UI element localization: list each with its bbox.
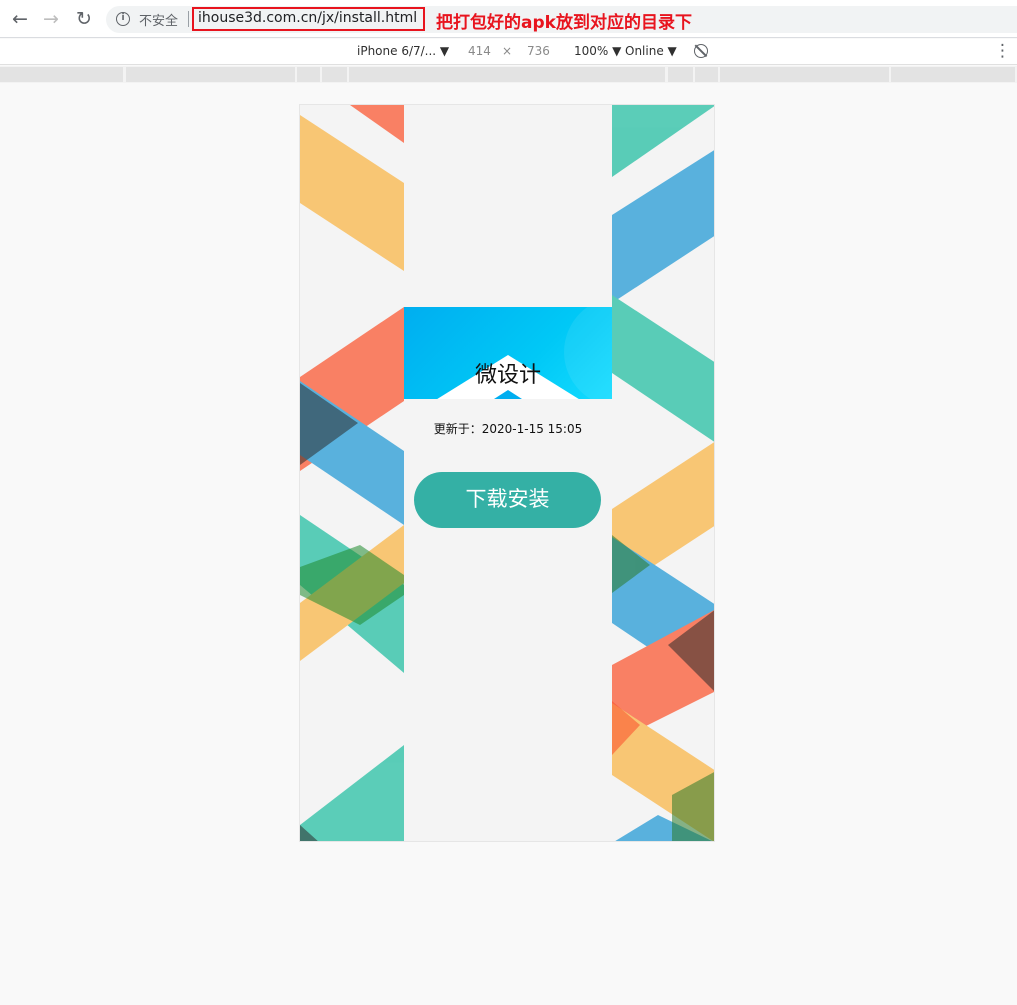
height-input[interactable]: 736 bbox=[527, 44, 550, 58]
media-query-bar bbox=[0, 66, 1017, 83]
phone-viewport: 微设计 更新于：2020-1-15 15:05 下载安装 bbox=[299, 104, 715, 842]
media-query-segment[interactable] bbox=[322, 67, 347, 82]
download-install-button[interactable]: 下载安装 bbox=[414, 472, 601, 528]
divider bbox=[188, 11, 189, 27]
media-query-segment[interactable] bbox=[891, 67, 1015, 82]
update-time: 更新于：2020-1-15 15:05 bbox=[433, 422, 583, 436]
device-select[interactable]: iPhone 6/7/... ▼ bbox=[357, 44, 449, 58]
app-banner: 微设计 bbox=[404, 307, 612, 399]
annotation-text: 把打包好的apk放到对应的目录下 bbox=[436, 13, 692, 33]
back-arrow-icon[interactable]: ← bbox=[9, 8, 31, 30]
dimension-times: × bbox=[502, 44, 513, 58]
media-query-segment[interactable] bbox=[297, 67, 320, 82]
security-label[interactable]: 不安全 bbox=[139, 10, 178, 29]
media-query-segment[interactable] bbox=[720, 67, 889, 82]
media-query-segment[interactable] bbox=[0, 67, 123, 82]
app-name: 微设计 bbox=[474, 363, 541, 388]
media-query-segment[interactable] bbox=[668, 67, 693, 82]
url-text[interactable]: ihouse3d.com.cn/jx/install.html bbox=[198, 10, 417, 26]
width-input[interactable]: 414 bbox=[468, 44, 491, 58]
media-query-segment[interactable] bbox=[126, 67, 295, 82]
media-query-segment[interactable] bbox=[349, 67, 665, 82]
reload-icon[interactable]: ↻ bbox=[73, 8, 95, 30]
more-options-icon[interactable]: ⋮ bbox=[994, 39, 1011, 63]
info-icon[interactable]: i bbox=[116, 12, 130, 26]
rotate-icon[interactable] bbox=[694, 44, 708, 58]
forward-arrow-icon[interactable]: → bbox=[40, 8, 62, 30]
zoom-select[interactable]: 100% ▼ bbox=[574, 44, 621, 58]
device-toolbar: iPhone 6/7/... ▼ 414 × 736 100% ▼ Online… bbox=[0, 39, 1017, 65]
browser-toolbar: ← → ↻ i 不安全 ihouse3d.com.cn/jx/install.h… bbox=[0, 0, 1017, 38]
network-select[interactable]: Online ▼ bbox=[625, 44, 677, 58]
media-query-segment[interactable] bbox=[695, 67, 718, 82]
